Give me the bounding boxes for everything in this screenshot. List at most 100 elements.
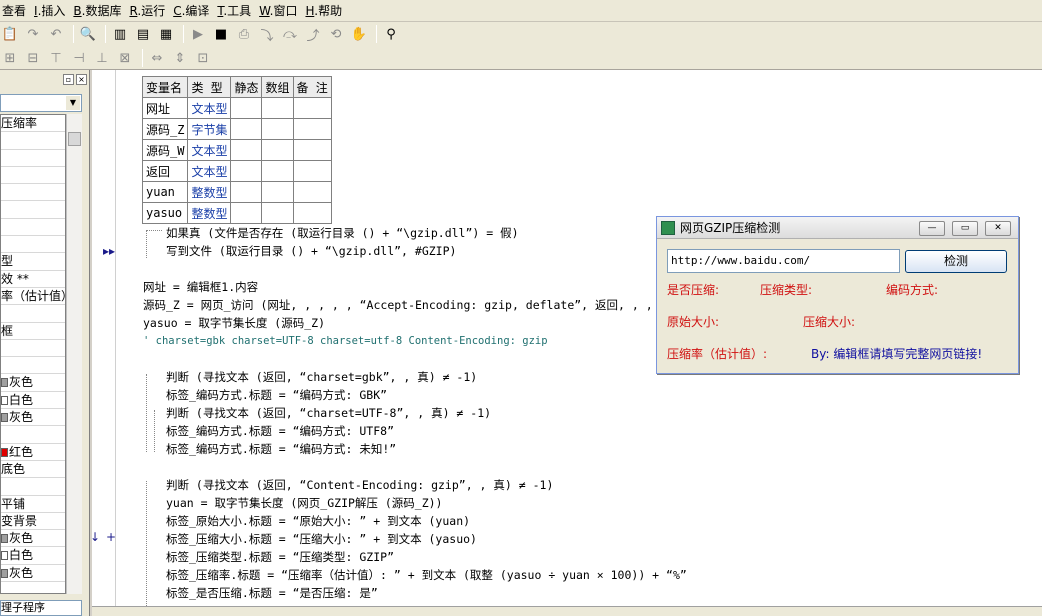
property-row[interactable]: 白色 [1, 392, 65, 410]
table-cell[interactable]: 字节集 [187, 118, 232, 140]
property-row[interactable] [1, 426, 65, 444]
code-line[interactable]: 判断 (寻找文本 (返回, “charset=UTF-8”, , 真) ≠ -1… [166, 405, 491, 421]
menu-database[interactable]: B.数据库 [71, 2, 127, 19]
property-row[interactable]: 平铺 [1, 496, 65, 513]
code-line[interactable]: 标签_编码方式.标题 = “编码方式: GBK” [166, 387, 387, 403]
menu-tools[interactable]: T.工具 [215, 2, 257, 19]
table-cell[interactable] [230, 139, 263, 161]
table-cell[interactable] [261, 181, 294, 203]
table-cell[interactable] [230, 118, 263, 140]
property-row[interactable] [1, 219, 65, 237]
code-line[interactable]: 源码_Z = 网页_访问 (网址, , , , , “Accept-Encodi… [143, 297, 667, 313]
code-line[interactable]: 标签_压缩大小.标题 = “压缩大小: ” + 到文本 (yasuo) [166, 531, 477, 547]
property-row[interactable]: 框 [1, 323, 65, 340]
code-line[interactable]: 标签_原始大小.标题 = “原始大小: ” + 到文本 (yuan) [166, 513, 470, 529]
property-row[interactable]: 白色 [1, 547, 65, 565]
code-comment[interactable]: ' charset=gbk charset=UTF-8 charset=utf-… [143, 333, 548, 349]
property-row[interactable]: 压缩率 [1, 115, 65, 133]
table-cell[interactable] [261, 118, 294, 140]
down-arrow-icon[interactable]: ↓ [90, 530, 100, 544]
left-panel-bottom-combo[interactable]: 理子程序 [0, 600, 82, 616]
hspace-icon[interactable]: ⇔ [147, 48, 167, 68]
menu-run[interactable]: R.运行 [127, 2, 171, 19]
property-row[interactable] [1, 132, 65, 150]
menu-insert[interactable]: I.插入 [32, 2, 71, 19]
table-cell[interactable]: yuan [141, 181, 189, 203]
table-cell[interactable] [230, 181, 263, 203]
step-over-icon[interactable]: ⤼ [280, 24, 300, 44]
property-row[interactable]: 效 ** [1, 271, 65, 288]
table-cell[interactable] [261, 139, 294, 161]
align-left-icon[interactable]: ⊞ [0, 48, 20, 68]
code-line[interactable]: 写到文件 (取运行目录 () + “\gzip.dll”, #GZIP) [166, 243, 456, 259]
align-center-icon[interactable]: ⊟ [23, 48, 43, 68]
table-cell[interactable] [230, 160, 263, 182]
code-line[interactable]: 标签_是否压缩.标题 = “是否压缩: 是” [166, 585, 378, 601]
property-row[interactable]: 灰色 [1, 409, 65, 427]
property-row[interactable]: 灰色 [1, 374, 65, 392]
find-icon[interactable]: 🔍 [78, 24, 98, 44]
binoculars-icon[interactable]: ⚲ [381, 24, 401, 44]
property-row[interactable] [1, 305, 65, 323]
code-line[interactable]: 如果真 (文件是否存在 (取运行目录 () + “\gzip.dll”) = 假… [166, 225, 519, 241]
property-row[interactable] [1, 150, 65, 167]
code-line[interactable]: 网址 = 编辑框1.内容 [143, 279, 258, 295]
code-line[interactable]: yuan = 取字节集长度 (网页_GZIP解压 (源码_Z)) [166, 495, 442, 511]
layout-top-icon[interactable]: ▤ [133, 24, 153, 44]
paste-icon[interactable]: 📋 [0, 24, 20, 44]
property-row[interactable]: 型 [1, 253, 65, 271]
table-cell[interactable] [230, 97, 263, 119]
layout-left-icon[interactable]: ▥ [110, 24, 130, 44]
table-row[interactable]: 返回 文本型 [141, 160, 332, 182]
table-cell[interactable] [292, 97, 332, 119]
layout-split-icon[interactable]: ▦ [156, 24, 176, 44]
code-line[interactable]: yasuo = 取字节集长度 (源码_Z) [143, 315, 325, 331]
menu-view[interactable]: 查看 [0, 2, 32, 19]
close-icon[interactable]: ✕ [985, 221, 1011, 236]
code-line[interactable]: 标签_编码方式.标题 = “编码方式: UTF8” [166, 423, 394, 439]
table-row[interactable]: 网址 文本型 [141, 97, 332, 119]
run-icon[interactable]: ▶ [188, 24, 208, 44]
code-line[interactable]: 标签_编码方式.标题 = “编码方式: 未知!” [166, 441, 396, 457]
detect-button[interactable]: 检测 [905, 250, 1007, 273]
step-out-icon[interactable]: ⤴ [303, 24, 323, 44]
table-cell[interactable] [261, 160, 294, 182]
table-cell[interactable]: 整数型 [187, 202, 232, 224]
hand-icon[interactable]: ✋ [349, 24, 369, 44]
table-cell[interactable] [292, 139, 332, 161]
menu-window[interactable]: W.窗口 [257, 2, 303, 19]
step-icon[interactable]: ⎙ [234, 24, 254, 44]
horizontal-scrollbar[interactable] [92, 606, 1042, 616]
property-row[interactable]: 底色 [1, 461, 65, 479]
run-to-cursor-icon[interactable]: ⟲ [326, 24, 346, 44]
table-cell[interactable]: 文本型 [187, 97, 232, 119]
property-row[interactable] [1, 167, 65, 185]
property-combo[interactable]: ▼ [0, 94, 82, 112]
code-line[interactable]: 标签_压缩类型.标题 = “压缩类型: GZIP” [166, 549, 394, 565]
table-cell[interactable]: 返回 [141, 160, 189, 182]
undo-icon[interactable]: ↶ [46, 24, 66, 44]
url-input[interactable]: http://www.baidu.com/ [667, 249, 900, 273]
property-row[interactable]: 灰色 [1, 530, 65, 548]
plus-icon[interactable]: + [106, 530, 116, 544]
close-icon[interactable]: × [76, 73, 87, 85]
table-cell[interactable]: 整数型 [187, 181, 232, 203]
maximize-icon[interactable]: ▭ [952, 221, 978, 236]
vspace-icon[interactable]: ⇕ [170, 48, 190, 68]
align-middle-icon[interactable]: ⊣ [69, 48, 89, 68]
code-line[interactable]: 判断 (寻找文本 (返回, “Content-Encoding: gzip”, … [166, 477, 553, 493]
table-row[interactable]: 源码_W 文本型 [141, 139, 332, 161]
table-cell[interactable]: 文本型 [187, 160, 232, 182]
same-size-icon[interactable]: ⊠ [115, 48, 135, 68]
minimize-icon[interactable]: — [919, 221, 945, 236]
table-cell[interactable] [261, 202, 294, 224]
property-row[interactable] [1, 201, 65, 219]
property-row[interactable]: 红色 [1, 444, 65, 461]
property-row[interactable] [1, 184, 65, 202]
align-bottom-icon[interactable]: ⊥ [92, 48, 112, 68]
table-cell[interactable] [292, 160, 332, 182]
property-row[interactable]: 灰色 [1, 565, 65, 583]
code-line[interactable]: 判断 (寻找文本 (返回, “charset=gbk”, , 真) ≠ -1) [166, 369, 477, 385]
table-cell[interactable]: 网址 [141, 97, 189, 119]
restore-icon[interactable]: ▫ [63, 73, 74, 85]
